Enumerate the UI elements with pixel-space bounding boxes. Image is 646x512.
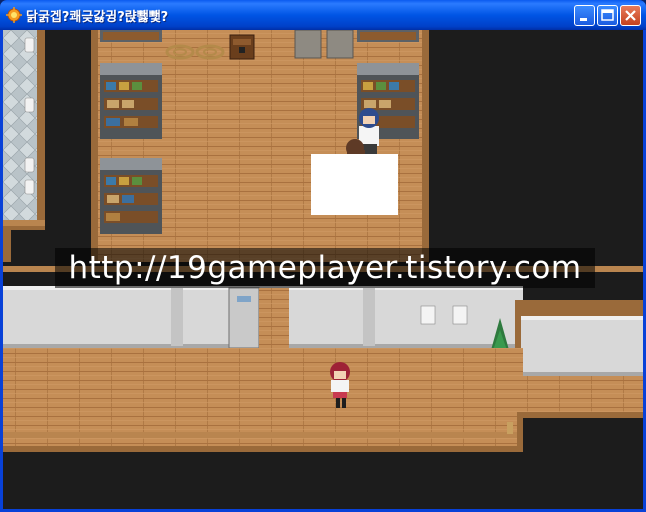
sink [24,37,35,53]
close-icon [625,10,636,21]
close-button[interactable] [620,5,641,26]
sink [24,157,35,173]
minimize-icon [580,18,587,21]
blank-panel [311,154,398,215]
shelf-storage [100,63,162,139]
sink [24,97,35,113]
sink [24,179,35,195]
game-viewport[interactable]: http://19gameplayer.tistory.com [3,30,643,509]
title-bar[interactable]: 닭굵겝?쾌긎갏귕?랹뾇뾏? [0,0,646,30]
minimize-button[interactable] [574,5,595,26]
watermark-text: http://19gameplayer.tistory.com [68,250,582,286]
game-app-icon [6,7,22,23]
door[interactable] [228,287,289,349]
maximize-button[interactable] [597,5,618,26]
maximize-icon [601,9,614,21]
game-window: 닭굵겝?쾌긎갏귕?랹뾇뾏? http://19gameplayer.tistor… [0,0,646,512]
window-title: 닭굵겝?쾌긎갏귕?랹뾇뾏? [26,10,169,25]
shelf-storage [100,158,162,234]
